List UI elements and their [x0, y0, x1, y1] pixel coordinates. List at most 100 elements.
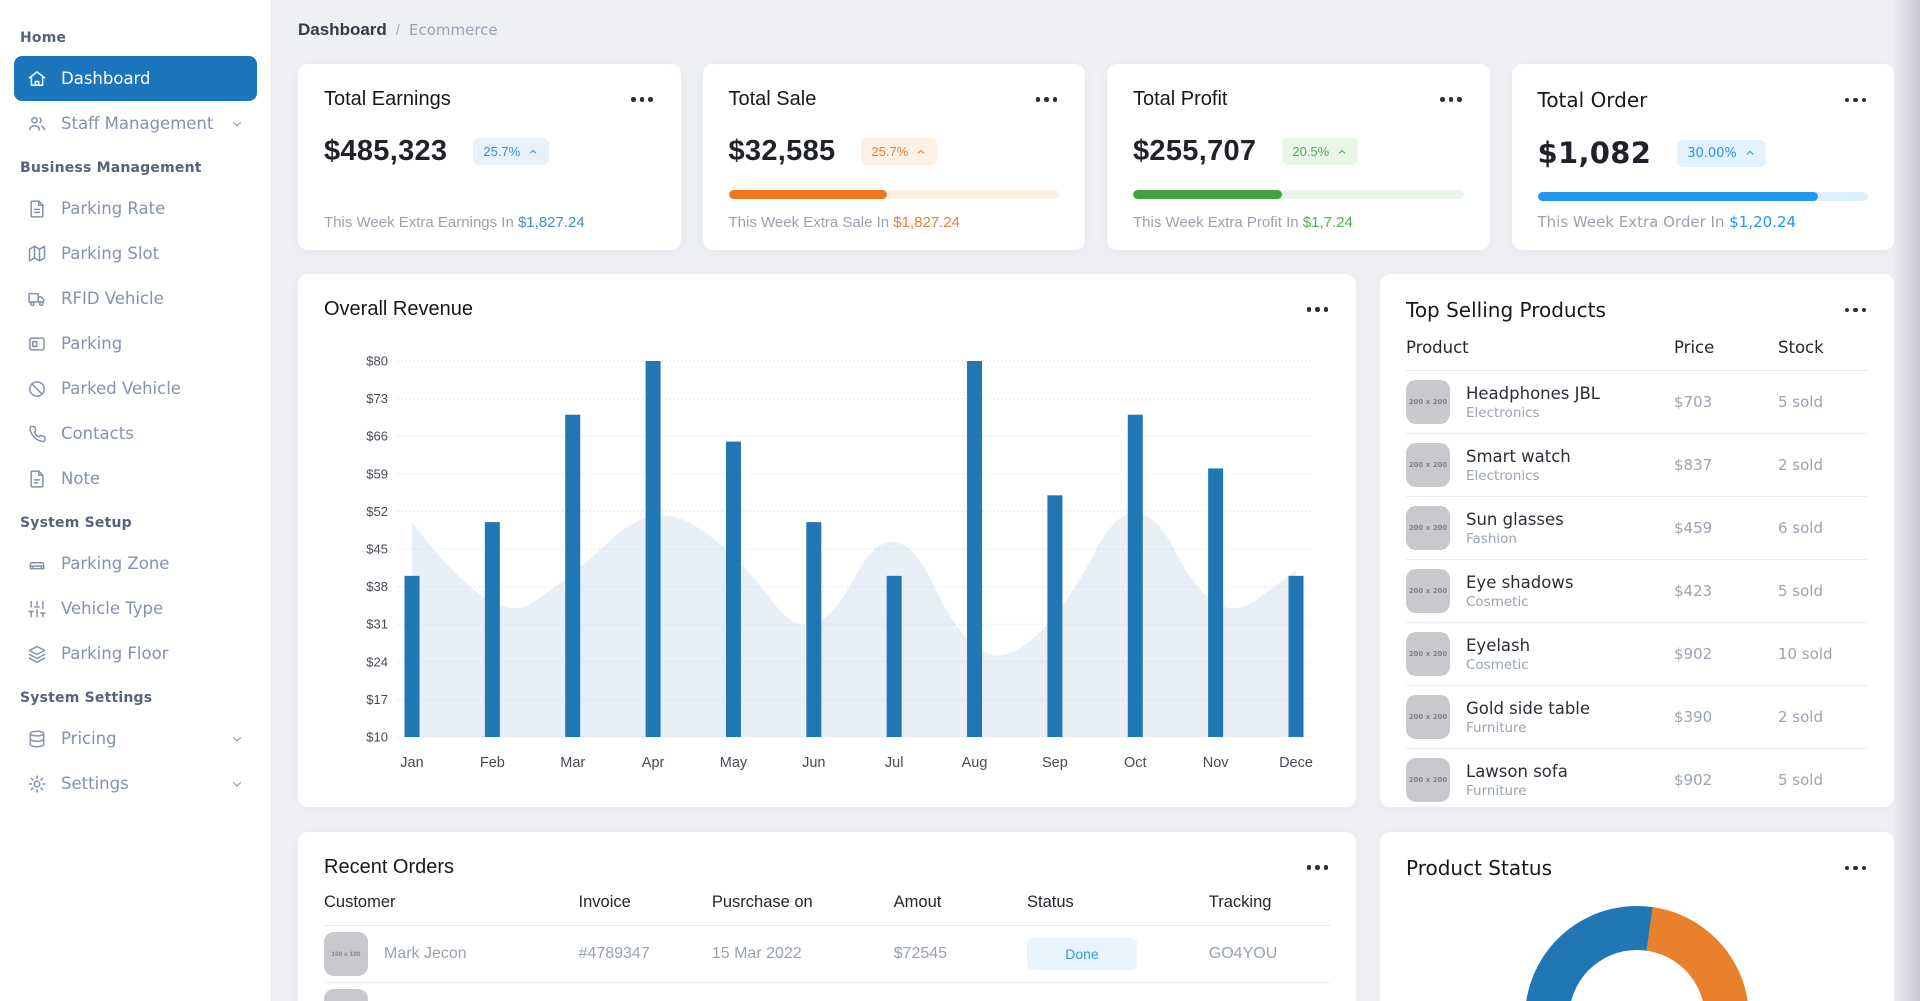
sidebar-item-parked-vehicle[interactable]: Parked Vehicle	[14, 366, 257, 411]
svg-text:Dece: Dece	[1279, 755, 1313, 771]
stat-card-total-sale: Total Sale $32,585 25.7% This Week Extra…	[703, 64, 1086, 250]
product-row: 200 x 200 Eye shadowsCosmetic $423 5 sol…	[1406, 560, 1868, 623]
progress-track	[729, 190, 1060, 199]
status-badge: Done	[1027, 938, 1137, 970]
stat-value: $1,082	[1538, 136, 1652, 170]
caret-up-icon	[1336, 146, 1348, 158]
sidebar-item-label: Contacts	[61, 424, 134, 443]
stat-footer: This Week Extra Order In $1,20.24	[1538, 213, 1797, 231]
product-thumbnail: 200 x 200	[1406, 380, 1450, 424]
sidebar-item-parking-rate[interactable]: Parking Rate	[14, 186, 257, 231]
card-menu-button[interactable]	[1843, 304, 1869, 317]
sidebar-item-staff-management[interactable]: Staff Management	[14, 101, 257, 146]
sidebar-item-vehicle-type[interactable]: Vehicle Type	[14, 586, 257, 631]
sidebar-item-parking-slot[interactable]: Parking Slot	[14, 231, 257, 276]
caret-up-icon	[1744, 147, 1756, 159]
sidebar-item-label: Vehicle Type	[61, 599, 163, 618]
caret-up-icon	[915, 146, 927, 158]
truck-icon	[27, 289, 47, 309]
svg-text:$17: $17	[366, 692, 388, 707]
breadcrumb-ecommerce: Ecommerce	[409, 21, 498, 39]
ban-icon	[27, 379, 47, 399]
svg-text:$52: $52	[366, 504, 388, 519]
main-content: Dashboard / Ecommerce Total Earnings $48…	[273, 0, 1920, 1001]
stat-footer-amount: $1,827.24	[518, 214, 585, 231]
card-menu-button[interactable]	[1843, 94, 1869, 107]
recent-orders-card: Recent Orders Customer Invoice Pusrchase…	[298, 832, 1356, 1001]
product-thumbnail: 200 x 200	[1406, 443, 1450, 487]
progress-track	[1133, 190, 1464, 199]
product-row: 200 x 200 Gold side tableFurniture $390 …	[1406, 686, 1868, 749]
product-thumbnail: 200 x 200	[1406, 758, 1450, 802]
stat-card-total-earnings: Total Earnings $485,323 25.7% This Week …	[298, 64, 681, 250]
sidebar-item-label: RFID Vehicle	[61, 289, 164, 308]
panel-title: Overall Revenue	[324, 298, 473, 321]
svg-text:$73: $73	[366, 391, 388, 406]
sidebar-item-label: Parking Rate	[61, 199, 165, 218]
stat-footer-amount: $1,20.24	[1729, 213, 1796, 231]
panel-title: Product Status	[1406, 856, 1552, 880]
stat-cards-row: Total Earnings $485,323 25.7% This Week …	[298, 64, 1894, 250]
sidebar-item-note[interactable]: Note	[14, 456, 257, 501]
sidebar-item-label: Staff Management	[61, 114, 213, 133]
breadcrumb-dashboard[interactable]: Dashboard	[298, 20, 387, 40]
product-status-donut	[1525, 906, 1749, 1001]
sidebar-item-parking[interactable]: Parking	[14, 321, 257, 366]
sidebar: Home Dashboard Staff Management Business…	[0, 0, 272, 1001]
breadcrumb: Dashboard / Ecommerce	[298, 20, 1894, 46]
sidebar-item-dashboard[interactable]: Dashboard	[14, 56, 257, 101]
revenue-chart-svg: $80$73$66$59$52$45$38$31$24$17$10JanFebM…	[324, 329, 1330, 779]
product-row: 200 x 200 EyelashCosmetic $902 10 sold	[1406, 623, 1868, 686]
trend-badge: 20.5%	[1282, 138, 1358, 165]
card-icon	[27, 334, 47, 354]
table-header: Product Price Stock	[1406, 322, 1868, 371]
chevron-down-icon	[230, 777, 244, 791]
stat-footer: This Week Extra Sale In $1,827.24	[729, 214, 961, 231]
sidebar-item-parking-zone[interactable]: Parking Zone	[14, 541, 257, 586]
sidebar-item-rfid-vehicle[interactable]: RFID Vehicle	[14, 276, 257, 321]
stat-title: Total Profit	[1133, 88, 1227, 111]
customer-avatar: 100 x 100	[324, 932, 368, 976]
card-menu-button[interactable]	[1305, 303, 1331, 316]
svg-text:Apr: Apr	[642, 755, 665, 771]
sidebar-item-label: Note	[61, 469, 100, 488]
trend-badge: 25.7%	[473, 138, 549, 165]
svg-text:Nov: Nov	[1203, 755, 1230, 771]
users-icon	[27, 114, 47, 134]
panel-title: Top Selling Products	[1406, 298, 1606, 322]
sliders-icon	[27, 599, 47, 619]
stat-footer-amount: $1,827.24	[893, 214, 960, 231]
progress-fill	[729, 190, 888, 199]
product-row: 200 x 200 Sun glassesFashion $459 6 sold	[1406, 497, 1868, 560]
sidebar-item-parking-floor[interactable]: Parking Floor	[14, 631, 257, 676]
sidebar-item-contacts[interactable]: Contacts	[14, 411, 257, 456]
sidebar-item-pricing[interactable]: Pricing	[14, 716, 257, 761]
svg-text:$66: $66	[366, 429, 388, 444]
card-menu-button[interactable]	[1034, 93, 1060, 106]
stat-title: Total Sale	[729, 88, 817, 111]
order-row: 100 x 100 Mark Jecon #4789347 15 Mar 202…	[324, 926, 1330, 983]
product-thumbnail: 200 x 200	[1406, 695, 1450, 739]
svg-text:Aug: Aug	[962, 755, 988, 771]
stat-footer: This Week Extra Profit In $1,7.24	[1133, 214, 1353, 231]
breadcrumb-separator: /	[396, 22, 400, 39]
product-row: 200 x 200 Headphones JBLElectronics $703…	[1406, 371, 1868, 434]
card-menu-button[interactable]	[1843, 862, 1869, 875]
card-menu-button[interactable]	[1305, 861, 1331, 874]
panel-title: Recent Orders	[324, 856, 454, 879]
layers-icon	[27, 644, 47, 664]
svg-text:$59: $59	[366, 466, 388, 481]
svg-text:Sep: Sep	[1042, 755, 1068, 771]
gear-icon	[27, 774, 47, 794]
card-menu-button[interactable]	[1438, 93, 1464, 106]
product-thumbnail: 200 x 200	[1406, 632, 1450, 676]
note-icon	[27, 469, 47, 489]
sidebar-item-settings[interactable]: Settings	[14, 761, 257, 806]
phone-icon	[27, 424, 47, 444]
sidebar-section-home: Home	[20, 30, 251, 46]
product-row: 200 x 200 Smart watchElectronics $837 2 …	[1406, 434, 1868, 497]
map-icon	[27, 244, 47, 264]
overall-revenue-card: Overall Revenue $80$73$66$59$52$45$38$31…	[298, 274, 1356, 807]
top-selling-products-card: Top Selling Products Product Price Stock…	[1380, 274, 1894, 807]
card-menu-button[interactable]	[629, 93, 655, 106]
